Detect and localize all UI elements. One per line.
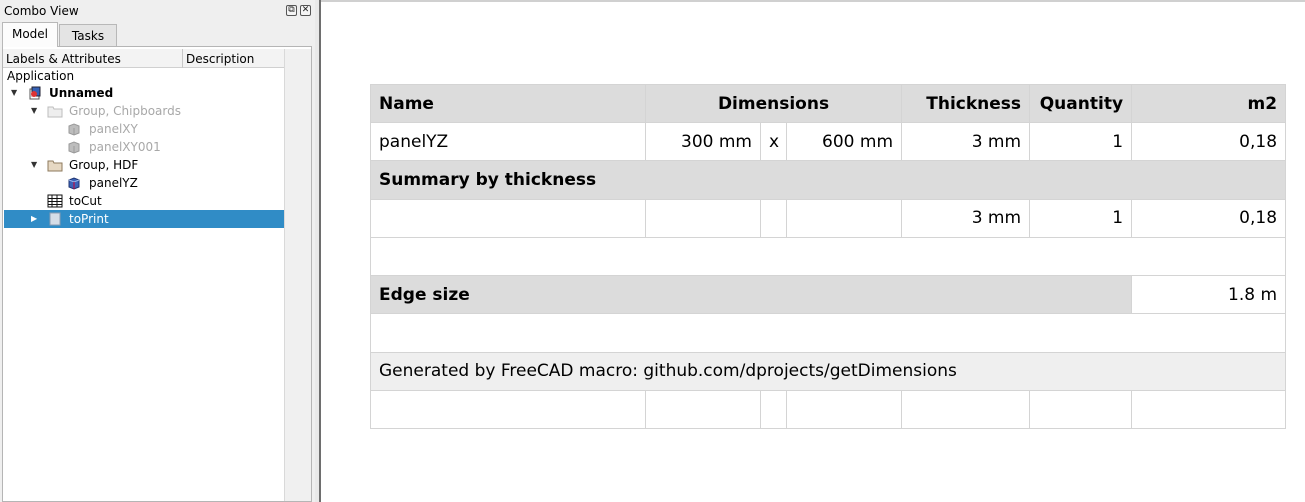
cube-icon — [67, 122, 81, 136]
tree-item-label: toCut — [69, 194, 102, 208]
summary-quantity: 1 — [1029, 198, 1133, 238]
empty-cell — [1131, 389, 1287, 430]
combo-view-panel: Combo View ⧉ ✕ Model Tasks Labels & Attr… — [0, 0, 315, 502]
blank-row — [369, 236, 1287, 277]
cell-name: panelYZ — [370, 122, 646, 162]
tree-item-label: Group, Chipboards — [69, 104, 182, 118]
tree-item-tocut[interactable]: toCut — [4, 192, 284, 210]
tree-item-group-hdf[interactable]: ▼ Group, HDF — [4, 156, 284, 174]
summary-thickness: 3 mm — [901, 198, 1031, 238]
empty-cell — [645, 389, 761, 430]
summary-row: 3 mm 1 0,18 — [370, 198, 1287, 238]
tree-item-label: Unnamed — [49, 86, 114, 100]
blank-cell — [369, 313, 1287, 353]
column-header-description[interactable]: Description — [186, 52, 254, 66]
footer-row: Generated by FreeCAD macro: github.com/d… — [369, 351, 1287, 391]
tab-model-label: Model — [11, 27, 49, 41]
tree-item-document[interactable]: ▼ Unnamed — [4, 84, 284, 102]
header-name: Name — [370, 83, 646, 124]
header-area: m2 — [1131, 83, 1287, 124]
tab-model[interactable]: Model — [2, 22, 58, 47]
tree-item-panelyz[interactable]: panelYZ — [4, 174, 284, 192]
tree-item-label: panelYZ — [89, 176, 138, 190]
edge-size-title: Edge size — [369, 275, 1133, 315]
header-quantity: Quantity — [1029, 83, 1133, 124]
tree-item-panelxy[interactable]: panelXY — [4, 120, 284, 138]
dimensions-table: Name Dimensions Thickness Quantity m2 pa… — [369, 83, 1287, 430]
cell-dim1: 300 mm — [645, 122, 761, 162]
tree-scroll-area — [284, 49, 311, 501]
empty-cell — [901, 389, 1031, 430]
empty-cell — [1029, 389, 1133, 430]
expand-arrow-icon[interactable]: ▶ — [31, 210, 37, 228]
folder-icon — [47, 158, 63, 172]
table-header-row: Name Dimensions Thickness Quantity m2 — [370, 83, 1287, 124]
tree-item-label: Application — [7, 69, 75, 83]
tree-item-label: panelXY001 — [89, 140, 161, 154]
tree-item-label: panelXY — [89, 122, 138, 136]
page-icon — [49, 212, 63, 226]
summary-cell-empty — [760, 198, 787, 238]
table-row: panelYZ 300 mm x 600 mm 3 mm 1 0,18 — [370, 122, 1287, 162]
tree-item-group-chipboards[interactable]: ▼ Group, Chipboards — [4, 102, 284, 120]
tab-tasks-label: Tasks — [71, 29, 105, 43]
empty-cell — [370, 389, 646, 430]
cell-area: 0,18 — [1131, 122, 1287, 162]
empty-grid-row — [370, 389, 1287, 430]
cell-quantity: 1 — [1029, 122, 1133, 162]
cell-thickness: 3 mm — [901, 122, 1031, 162]
cell-separator: x — [760, 122, 787, 162]
summary-title: Summary by thickness — [369, 160, 1287, 200]
cube-icon — [67, 140, 81, 154]
collapse-arrow-icon[interactable]: ▼ — [31, 156, 37, 174]
close-panel-button[interactable]: ✕ — [300, 5, 311, 16]
collapse-arrow-icon[interactable]: ▼ — [31, 102, 37, 120]
empty-cell — [785, 389, 903, 430]
summary-cell-empty — [785, 198, 903, 238]
empty-cell — [760, 389, 787, 430]
tree-item-application[interactable]: Application — [4, 67, 284, 85]
column-separator[interactable] — [182, 49, 183, 68]
header-dimensions: Dimensions — [644, 83, 903, 124]
spreadsheet-icon — [47, 194, 63, 208]
blank-row — [369, 313, 1287, 353]
summary-area: 0,18 — [1131, 198, 1287, 238]
float-panel-button[interactable]: ⧉ — [286, 5, 297, 16]
cube-icon — [67, 176, 81, 190]
column-header-labels[interactable]: Labels & Attributes — [6, 52, 121, 66]
tree-item-panelxy001[interactable]: panelXY001 — [4, 138, 284, 156]
tree-item-label: toPrint — [69, 212, 109, 226]
collapse-arrow-icon[interactable]: ▼ — [11, 84, 17, 102]
tab-tasks[interactable]: Tasks — [59, 24, 117, 46]
combo-view-title: Combo View — [4, 4, 79, 18]
cell-dim2: 600 mm — [785, 122, 903, 162]
document-icon — [28, 86, 42, 100]
tree-item-toprint[interactable]: ▶ toPrint — [4, 210, 284, 228]
folder-icon — [47, 104, 63, 118]
tree-item-label: Group, HDF — [69, 158, 139, 172]
tree-header: Labels & Attributes Description — [3, 49, 284, 68]
summary-cell-empty — [645, 198, 761, 238]
footer-text: Generated by FreeCAD macro: github.com/d… — [369, 351, 1287, 391]
blank-cell — [369, 236, 1287, 277]
model-tree[interactable]: Labels & Attributes Description Applicat… — [2, 46, 312, 502]
summary-cell-empty — [370, 198, 646, 238]
edge-size-value: 1.8 m — [1131, 275, 1287, 315]
edge-size-row: Edge size 1.8 m — [369, 275, 1287, 315]
summary-title-row: Summary by thickness — [369, 160, 1287, 200]
header-thickness: Thickness — [901, 83, 1031, 124]
